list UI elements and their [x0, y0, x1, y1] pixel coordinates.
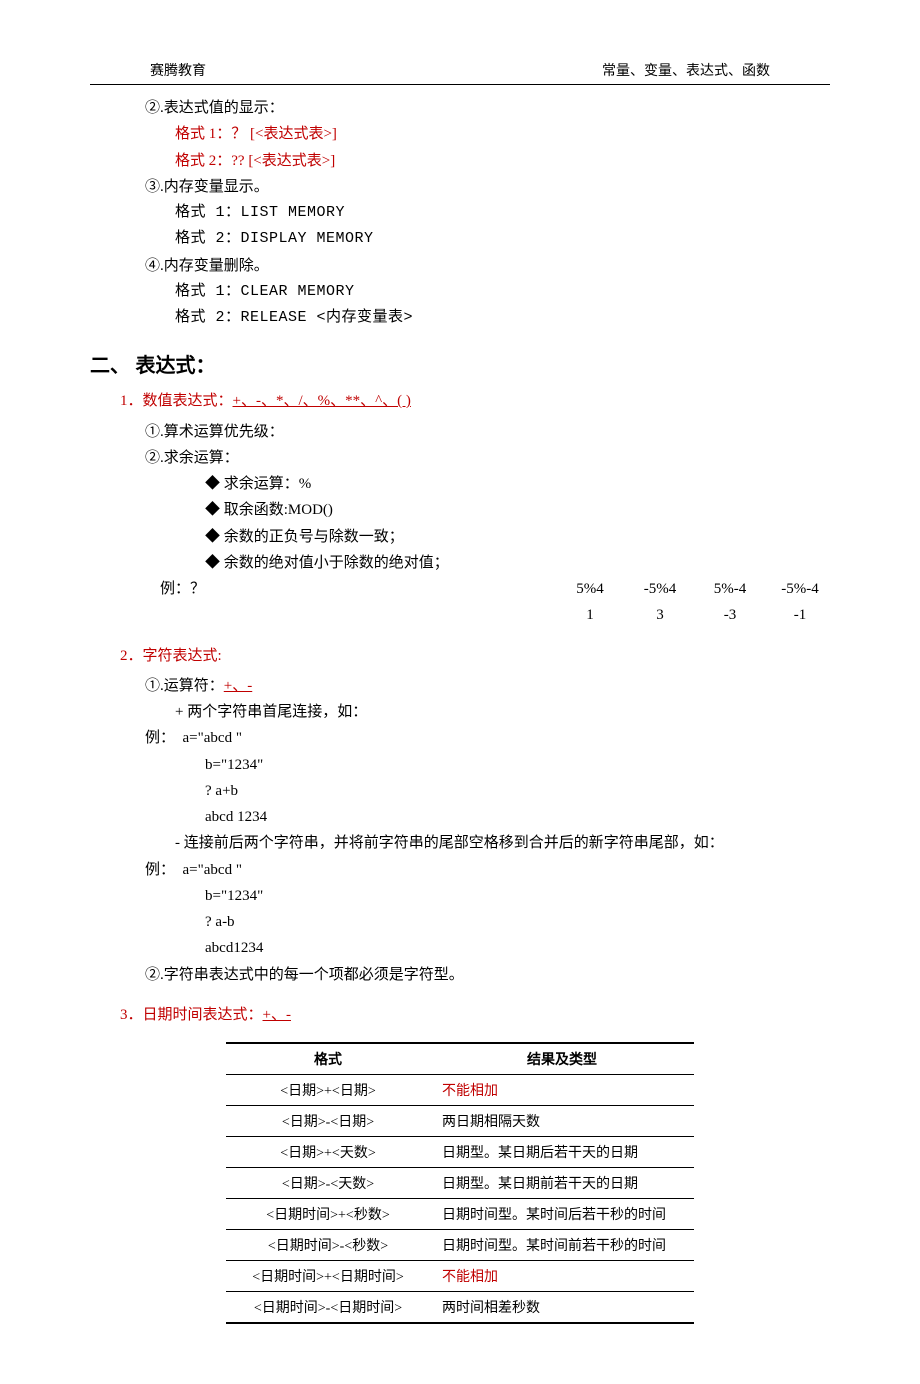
- th-format: 格式: [226, 1043, 430, 1075]
- datetime-table: 格式 结果及类型 <日期>+<日期>不能相加<日期>-<日期>两日期相隔天数<日…: [226, 1042, 694, 1324]
- table-row: <日期时间>-<日期时间>两时间相差秒数: [226, 1292, 694, 1324]
- cell-format: <日期>+<日期>: [226, 1075, 430, 1106]
- heading-expressions: 二、 表达式：: [90, 349, 830, 378]
- numeric-expr-title-text: 1．数值表达式：: [120, 393, 233, 409]
- item-memvar-display-fmt2: 格式 2：DISPLAY MEMORY: [90, 226, 830, 252]
- cell-format: <日期时间>+<日期时间>: [226, 1261, 430, 1292]
- datetime-expr-title-text: 3．日期时间表达式：: [120, 1007, 263, 1023]
- item-memvar-display-title: ③.内存变量显示。: [90, 174, 830, 200]
- item-expr-display-title: ②.表达式值的显示：: [90, 95, 830, 121]
- cell-format: <日期>+<天数>: [226, 1137, 430, 1168]
- string-ex1-l1: a="abcd ": [183, 730, 242, 746]
- table-row: <日期>-<日期>两日期相隔天数: [226, 1106, 694, 1137]
- table-row: <日期时间>-<秒数>日期时间型。某时间前若干秒的时间: [226, 1230, 694, 1261]
- cell-result: 日期型。某日期前若干天的日期: [430, 1168, 694, 1199]
- item-memvar-delete-title: ④.内存变量删除。: [90, 253, 830, 279]
- string-ex1: 例： a="abcd ": [90, 725, 830, 751]
- string-ex1-l2: b="1234": [90, 752, 830, 778]
- document-page: 赛腾教育 常量、变量、表达式、函数 ②.表达式值的显示： 格式 1：？ [<表达…: [0, 0, 920, 1384]
- string-ex1-l4: abcd 1234: [90, 804, 830, 830]
- cell-result: 两日期相隔天数: [430, 1106, 694, 1137]
- cell-result: 日期时间型。某时间后若干秒的时间: [430, 1199, 694, 1230]
- numeric-bullet-1: 求余运算：%: [90, 471, 830, 497]
- numeric-p2: ②.求余运算：: [90, 445, 830, 471]
- item-memvar-delete-fmt2: 格式 2：RELEASE <内存变量表>: [90, 305, 830, 331]
- string-ex2-l4: abcd1234: [90, 935, 830, 961]
- cell-format: <日期时间>-<秒数>: [226, 1230, 430, 1261]
- string-ex2-label: 例：: [145, 862, 175, 878]
- string-expr-title: 2．字符表达式:: [90, 643, 830, 669]
- mod-ex-c4: -5%-4: [770, 576, 830, 602]
- header-left: 赛腾教育: [150, 60, 206, 80]
- table-row: <日期>+<天数>日期型。某日期后若干天的日期: [226, 1137, 694, 1168]
- string-ex2: 例： a="abcd ": [90, 857, 830, 883]
- cell-format: <日期时间>+<秒数>: [226, 1199, 430, 1230]
- mod-ex-c2: -5%4: [630, 576, 690, 602]
- string-p2: ②.字符串表达式中的每一个项都必须是字符型。: [90, 962, 830, 988]
- cell-result: 不能相加: [430, 1261, 694, 1292]
- string-ops-label: ①.运算符：: [145, 678, 224, 694]
- numeric-bullet-4: 余数的绝对值小于除数的绝对值；: [90, 550, 830, 576]
- string-ex1-label: 例：: [145, 730, 175, 746]
- numeric-p1: ①.算术运算优先级：: [90, 419, 830, 445]
- cell-result: 不能相加: [430, 1075, 694, 1106]
- string-plus-desc: + 两个字符串首尾连接，如：: [90, 699, 830, 725]
- mod-ex-c3: 5%-4: [700, 576, 760, 602]
- item-expr-display-fmt2: 格式 2：?? [<表达式表>]: [90, 148, 830, 174]
- header-right: 常量、变量、表达式、函数: [602, 60, 770, 80]
- string-ex2-l3: ? a-b: [90, 909, 830, 935]
- page-header: 赛腾教育 常量、变量、表达式、函数: [90, 60, 830, 85]
- cell-format: <日期>-<日期>: [226, 1106, 430, 1137]
- string-ops-line: ①.运算符：+、-: [90, 673, 830, 699]
- mod-example-table: 例：？ 5%4 -5%4 5%-4 -5%-4 1 3 -3 -1: [160, 576, 830, 629]
- item-memvar-delete-fmt1: 格式 1：CLEAR MEMORY: [90, 279, 830, 305]
- mod-ex-v3: -3: [700, 602, 760, 628]
- table-header-row: 格式 结果及类型: [226, 1043, 694, 1075]
- mod-ex-v4: -1: [770, 602, 830, 628]
- table-row: <日期时间>+<日期时间>不能相加: [226, 1261, 694, 1292]
- mod-ex-v1: 1: [560, 602, 620, 628]
- item-expr-display-fmt1: 格式 1：？ [<表达式表>]: [90, 121, 830, 147]
- datetime-expr-title: 3．日期时间表达式：+、-: [90, 1002, 830, 1028]
- table-row: <日期时间>+<秒数>日期时间型。某时间后若干秒的时间: [226, 1199, 694, 1230]
- table-row: <日期>+<日期>不能相加: [226, 1075, 694, 1106]
- th-result: 结果及类型: [430, 1043, 694, 1075]
- cell-format: <日期时间>-<日期时间>: [226, 1292, 430, 1324]
- cell-result: 日期型。某日期后若干天的日期: [430, 1137, 694, 1168]
- string-ex2-l2: b="1234": [90, 883, 830, 909]
- string-minus-desc: - 连接前后两个字符串，并将前字符串的尾部空格移到合并后的新字符串尾部，如：: [90, 830, 830, 856]
- cell-format: <日期>-<天数>: [226, 1168, 430, 1199]
- table-row: <日期>-<天数>日期型。某日期前若干天的日期: [226, 1168, 694, 1199]
- numeric-bullet-3: 余数的正负号与除数一致；: [90, 524, 830, 550]
- mod-ex-v2: 3: [630, 602, 690, 628]
- string-ex2-l1: a="abcd ": [183, 862, 242, 878]
- datetime-expr-ops: +、-: [263, 1007, 291, 1023]
- cell-result: 两时间相差秒数: [430, 1292, 694, 1324]
- string-ex1-l3: ? a+b: [90, 778, 830, 804]
- numeric-bullet-2: 取余函数:MOD(): [90, 497, 830, 523]
- numeric-expr-title: 1．数值表达式：+、-、*、/、%、**、^、( ): [90, 388, 830, 414]
- string-ops: +、-: [224, 678, 252, 694]
- cell-result: 日期时间型。某时间前若干秒的时间: [430, 1230, 694, 1261]
- numeric-expr-ops: +、-、*、/、%、**、^、( ): [233, 393, 411, 409]
- mod-example-label: 例：？: [160, 576, 550, 602]
- item-memvar-display-fmt1: 格式 1：LIST MEMORY: [90, 200, 830, 226]
- mod-ex-c1: 5%4: [560, 576, 620, 602]
